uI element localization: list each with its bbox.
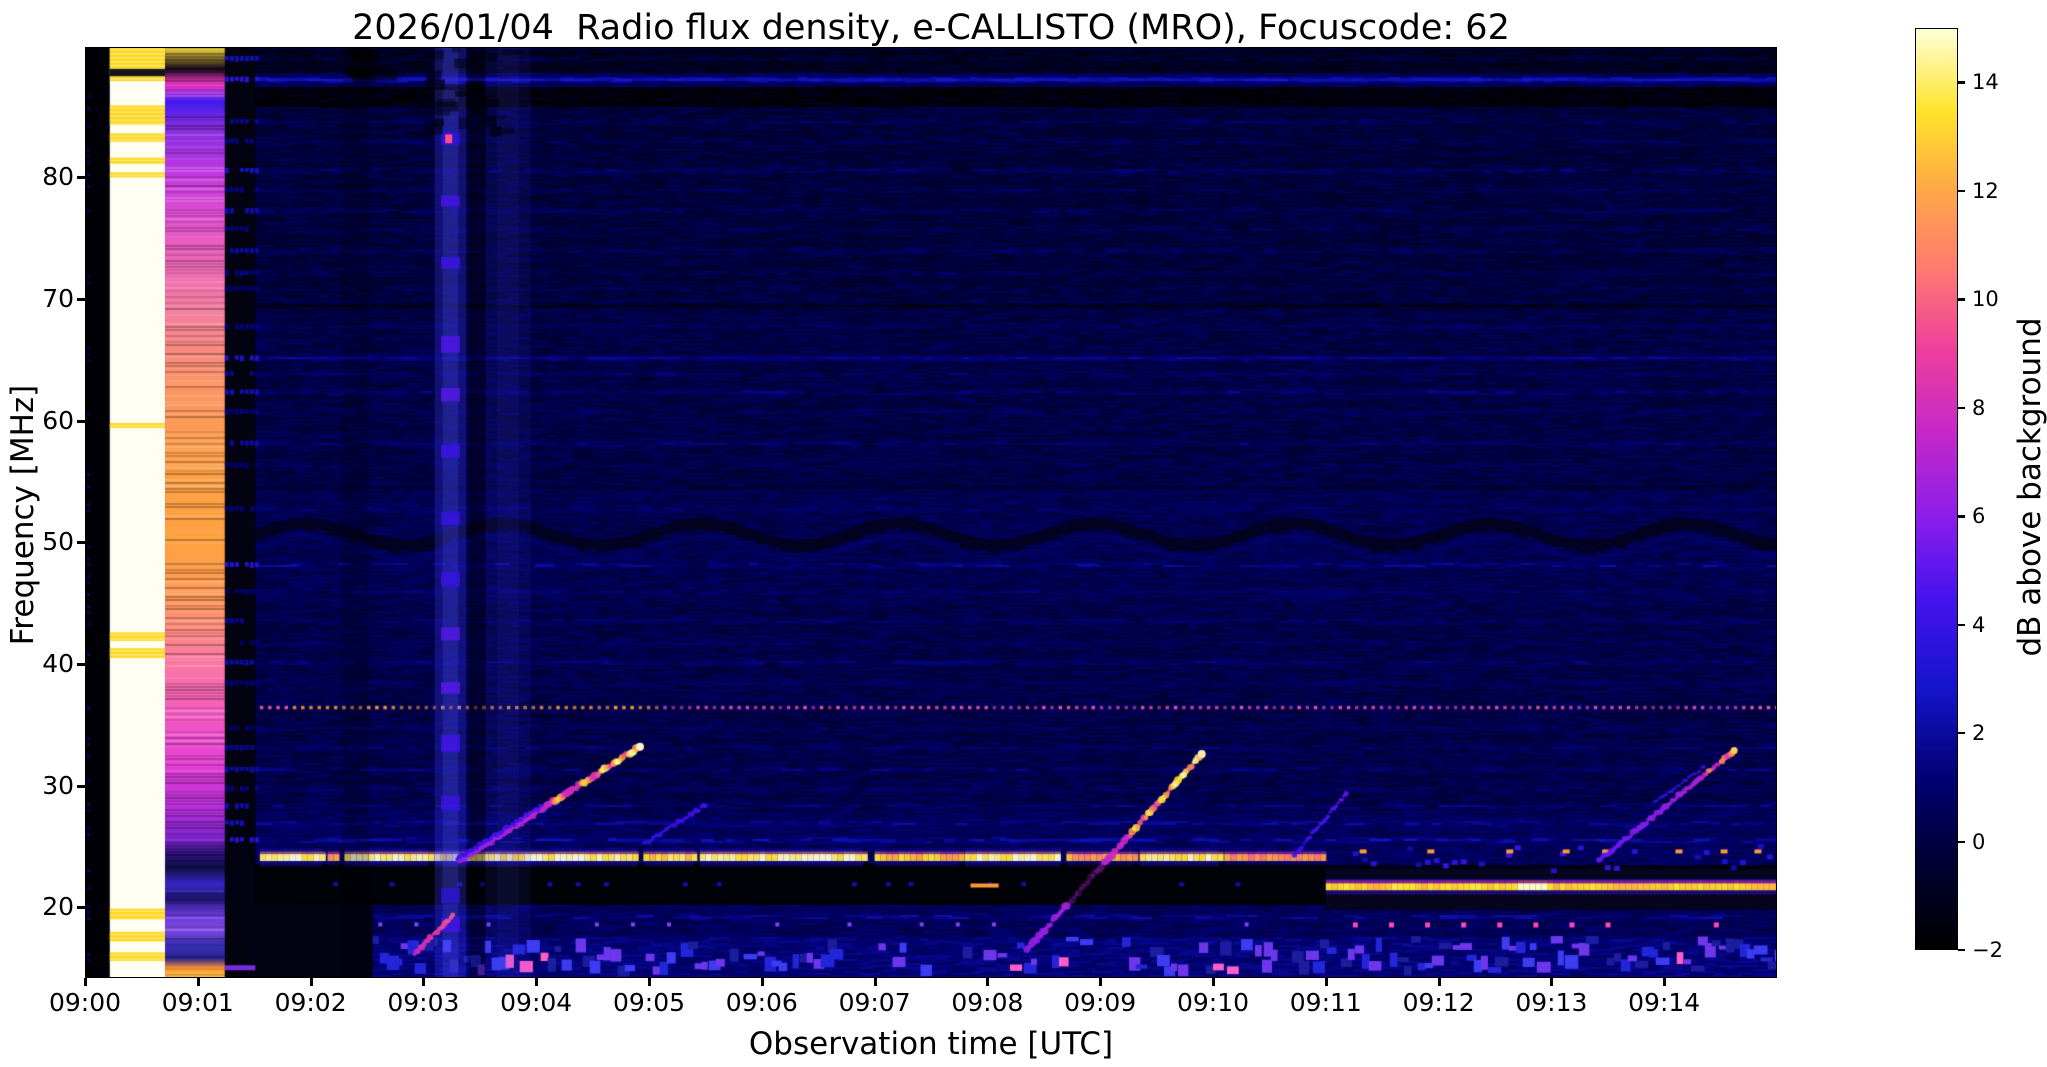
x-tick-mark bbox=[760, 978, 764, 986]
colorbar-tick-mark bbox=[1958, 840, 1965, 843]
x-tick-mark bbox=[873, 978, 877, 986]
x-tick-mark bbox=[422, 978, 426, 986]
x-tick-mark bbox=[648, 978, 651, 986]
plot-border bbox=[85, 47, 1777, 978]
x-tick-mark bbox=[1099, 978, 1103, 986]
colorbar-tick-label: 14 bbox=[1972, 70, 1999, 95]
colorbar-tick-mark bbox=[1958, 189, 1965, 193]
colorbar-tick-mark bbox=[1958, 732, 1965, 735]
x-tick-mark bbox=[1550, 978, 1554, 986]
x-tick-label: 09:02 bbox=[274, 988, 347, 1017]
x-tick-label: 09:08 bbox=[951, 988, 1024, 1017]
x-tick-label: 09:06 bbox=[725, 988, 798, 1017]
x-tick-label: 09:00 bbox=[48, 988, 122, 1017]
y-tick-mark bbox=[77, 176, 85, 180]
x-tick-mark bbox=[1663, 978, 1667, 986]
chart-title: 2026/01/04 Radio flux density, e-CALLIST… bbox=[352, 8, 1510, 48]
x-tick-mark bbox=[535, 978, 539, 986]
x-tick-label: 09:10 bbox=[1176, 988, 1250, 1017]
x-tick-mark bbox=[1437, 978, 1441, 986]
colorbar-tick-mark bbox=[1958, 81, 1965, 84]
x-tick-mark bbox=[1324, 978, 1328, 986]
x-tick-label: 09:09 bbox=[1064, 988, 1137, 1017]
x-tick-label: 09:11 bbox=[1289, 988, 1362, 1017]
x-tick-label: 09:04 bbox=[500, 988, 573, 1017]
y-tick-mark bbox=[77, 784, 85, 788]
x-tick-label: 09:07 bbox=[838, 988, 911, 1017]
x-tick-label: 09:13 bbox=[1515, 988, 1588, 1017]
x-tick-mark bbox=[196, 978, 200, 986]
x-tick-label: 09:01 bbox=[161, 988, 234, 1017]
colorbar-tick-label: 0 bbox=[1972, 829, 1986, 854]
colorbar-tick-mark bbox=[1958, 623, 1965, 626]
colorbar-tick-mark bbox=[1958, 949, 1965, 952]
colorbar-tick-label: 12 bbox=[1972, 178, 1999, 203]
y-tick-mark bbox=[77, 419, 85, 423]
colorbar-tick-mark bbox=[1958, 298, 1965, 301]
x-tick-mark bbox=[84, 978, 87, 986]
y-tick-label: 30 bbox=[42, 770, 74, 800]
y-axis-label: Frequency [MHz] bbox=[5, 384, 41, 646]
x-tick-label: 09:03 bbox=[387, 988, 460, 1017]
y-tick-mark bbox=[77, 906, 85, 910]
x-tick-label: 09:14 bbox=[1628, 988, 1701, 1017]
x-tick-mark bbox=[986, 978, 990, 986]
figure-root: 2026/01/04 Radio flux density, e-CALLIST… bbox=[0, 0, 2047, 1067]
colorbar-tick-label: −2 bbox=[1972, 938, 2003, 962]
x-axis-label: Observation time [UTC] bbox=[748, 1026, 1114, 1062]
colorbar-tick-mark bbox=[1958, 406, 1965, 410]
x-tick-label: 09:12 bbox=[1402, 988, 1475, 1017]
y-tick-mark bbox=[77, 541, 85, 545]
x-tick-mark bbox=[1212, 978, 1215, 986]
colorbar-label: dB above background bbox=[2012, 317, 2047, 657]
colorbar bbox=[1915, 28, 1958, 950]
y-tick-mark bbox=[77, 663, 85, 667]
colorbar-tick-mark bbox=[1958, 515, 1965, 518]
y-tick-mark bbox=[77, 297, 85, 301]
x-tick-label: 09:05 bbox=[612, 988, 686, 1017]
x-tick-mark bbox=[309, 978, 313, 986]
colorbar-tick-label: 2 bbox=[1972, 721, 1986, 746]
y-tick-label: 20 bbox=[42, 892, 74, 922]
y-tick-label: 80 bbox=[42, 162, 74, 192]
